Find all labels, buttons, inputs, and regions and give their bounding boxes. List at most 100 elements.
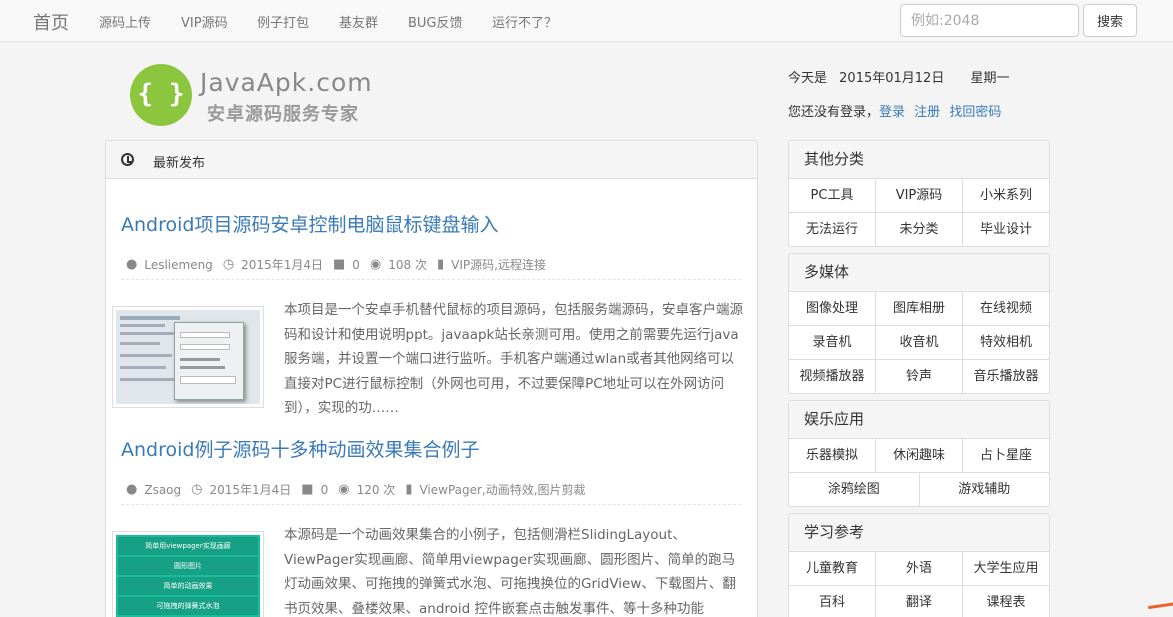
article-tags[interactable]: ViewPager,动画特效,图片剪裁 [419, 481, 585, 498]
panel-title: 最新发布 [153, 156, 206, 171]
nav-group[interactable]: 基友群 [339, 12, 378, 31]
category-link[interactable]: 铃声 [876, 360, 963, 393]
comment-icon: ■ [332, 257, 346, 272]
article-meta: ● Lesliemeng ◷ 2015年1月4日 ■ 0 ◉ 108 次 ▮ V… [126, 256, 556, 273]
article-tags[interactable]: VIP源码,远程连接 [451, 256, 546, 273]
logo-title: JavaApk.com [200, 68, 373, 97]
folder-icon: ▮ [405, 482, 413, 497]
article-meta: ● Zsaog ◷ 2015年1月4日 ■ 0 ◉ 120 次 ▮ ViewPa… [126, 481, 596, 498]
eye-icon: ◉ [338, 482, 350, 497]
article-author: Lesliemeng [144, 257, 213, 272]
clock-icon: ◷ [222, 257, 235, 272]
latest-posts-panel: 最新发布 Android项目源码安卓控制电脑鼠标键盘输入 ● Lesliemen… [105, 140, 758, 617]
article-title[interactable]: Android例子源码十多种动画效果集合例子 [121, 435, 479, 462]
category-title: 学习参考 [789, 514, 1049, 552]
category-link[interactable]: 未分类 [876, 213, 963, 246]
thumb-list-item: 圆形图片 [118, 557, 258, 575]
divider [121, 279, 741, 280]
category-link[interactable]: 儿童教育 [789, 552, 876, 585]
category-link[interactable]: 录音机 [789, 326, 876, 359]
logo-subtitle: 安卓源码服务专家 [207, 104, 359, 125]
register-link[interactable]: 注册 [914, 105, 940, 120]
top-navbar: 首页 源码上传 VIP源码 例子打包 基友群 BUG反馈 运行不了？ 搜索 [0, 0, 1173, 42]
article-views: 120 次 [356, 483, 396, 497]
category-link[interactable]: 收音机 [876, 326, 963, 359]
category-link[interactable]: VIP源码 [876, 179, 963, 212]
article-description: 本源码是一个动画效果集合的小例子，包括侧滑栏SlidingLayout、View… [284, 527, 736, 617]
category-link[interactable]: 占卜星座 [963, 439, 1049, 472]
category-entertainment: 娱乐应用 乐器模拟 休闲趣味 占卜星座 涂鸦绘图 游戏辅助 [788, 400, 1050, 507]
category-link[interactable]: 毕业设计 [963, 213, 1049, 246]
thumb-list-item: 可拖拽的弹簧式水泡 [118, 597, 258, 615]
article-title[interactable]: Android项目源码安卓控制电脑鼠标键盘输入 [121, 210, 498, 237]
panel-header: 最新发布 [106, 141, 757, 179]
login-prompt: 您还没有登录， [788, 105, 880, 120]
category-link[interactable]: 休闲趣味 [876, 439, 963, 472]
folder-icon: ▮ [436, 257, 445, 272]
category-row: PC工具 VIP源码 小米系列 [789, 179, 1049, 213]
article-date: 2015年1月4日 [209, 483, 292, 497]
search-input[interactable] [900, 4, 1079, 37]
recover-password-link[interactable]: 找回密码 [949, 105, 1001, 120]
screenshot-image: 简单用viewpager实现画廊 圆形图片 简单的动画效果 可拖拽的弹簧式水泡 [116, 535, 260, 617]
divider [121, 504, 741, 505]
user-icon: ● [126, 257, 138, 272]
nav-vip[interactable]: VIP源码 [181, 12, 228, 31]
category-row: 涂鸦绘图 游戏辅助 [789, 473, 1049, 506]
category-title: 其他分类 [789, 141, 1049, 179]
decorative-stroke [1147, 601, 1173, 610]
weekday: 星期一 [970, 71, 1010, 86]
search-button[interactable]: 搜索 [1083, 4, 1137, 37]
category-link[interactable]: PC工具 [789, 179, 876, 212]
category-multimedia: 多媒体 图像处理 图库相册 在线视频 录音机 收音机 特效相机 视频播放器 铃声… [788, 253, 1050, 394]
category-row: 百科 翻译 课程表 [789, 586, 1049, 617]
category-title: 多媒体 [789, 254, 1049, 292]
today-label: 今天是 [788, 71, 828, 86]
category-link[interactable]: 在线视频 [963, 292, 1049, 325]
login-line: 您还没有登录，登录 注册 找回密码 [788, 101, 1006, 120]
category-row: 无法运行 未分类 毕业设计 [789, 213, 1049, 246]
category-row: 录音机 收音机 特效相机 [789, 326, 1049, 360]
nav-bug[interactable]: BUG反馈 [408, 12, 463, 31]
category-link[interactable]: 特效相机 [963, 326, 1049, 359]
clock-icon [121, 153, 134, 166]
login-link[interactable]: 登录 [879, 105, 905, 120]
category-link[interactable]: 百科 [789, 586, 876, 617]
site-logo[interactable]: { } JavaApk.com 安卓源码服务专家 [130, 62, 380, 128]
nav-home[interactable]: 首页 [33, 9, 69, 35]
article-comments: 0 [320, 482, 329, 497]
category-link[interactable]: 乐器模拟 [789, 439, 876, 472]
article-thumbnail[interactable]: 简单用viewpager实现画廊 圆形图片 简单的动画效果 可拖拽的弹簧式水泡 [112, 531, 264, 617]
nav-upload[interactable]: 源码上传 [99, 12, 151, 31]
screenshot-image [116, 310, 260, 404]
comment-icon: ■ [301, 482, 314, 497]
category-link[interactable]: 视频播放器 [789, 360, 876, 393]
category-link[interactable]: 图像处理 [789, 292, 876, 325]
category-other: 其他分类 PC工具 VIP源码 小米系列 无法运行 未分类 毕业设计 [788, 140, 1050, 247]
eye-icon: ◉ [369, 257, 382, 272]
article-comments: 0 [352, 257, 360, 272]
category-link[interactable]: 外语 [876, 552, 963, 585]
article-views: 108 次 [388, 258, 427, 272]
category-link[interactable]: 游戏辅助 [920, 473, 1050, 506]
category-row: 视频播放器 铃声 音乐播放器 [789, 360, 1049, 393]
category-link[interactable]: 音乐播放器 [963, 360, 1049, 393]
category-row: 乐器模拟 休闲趣味 占卜星座 [789, 439, 1049, 473]
category-link[interactable]: 涂鸦绘图 [789, 473, 920, 506]
category-link[interactable]: 图库相册 [876, 292, 963, 325]
braces-icon: { } [130, 64, 192, 126]
current-date: 2015年01月12日 [839, 71, 945, 86]
article-thumbnail[interactable] [112, 306, 264, 408]
category-link[interactable]: 大学生应用 [963, 552, 1049, 585]
category-link[interactable]: 无法运行 [789, 213, 876, 246]
category-row: 儿童教育 外语 大学生应用 [789, 552, 1049, 586]
nav-package[interactable]: 例子打包 [257, 12, 309, 31]
article-description: 本项目是一个安卓手机替代鼠标的项目源码，包括服务端源码，安卓客户端源码和设计和使… [284, 302, 743, 416]
category-link[interactable]: 小米系列 [963, 179, 1049, 212]
category-link[interactable]: 翻译 [876, 586, 963, 617]
nav-cant-run[interactable]: 运行不了？ [492, 12, 557, 31]
category-study: 学习参考 儿童教育 外语 大学生应用 百科 翻译 课程表 [788, 513, 1050, 617]
category-row: 图像处理 图库相册 在线视频 [789, 292, 1049, 326]
category-link[interactable]: 课程表 [963, 586, 1049, 617]
user-icon: ● [126, 482, 138, 497]
